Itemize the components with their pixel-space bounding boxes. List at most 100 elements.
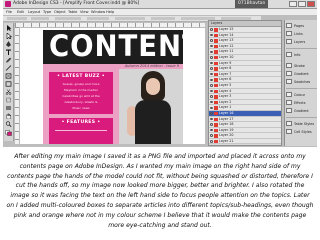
close-button[interactable]: [307, 1, 315, 7]
minimize-button[interactable]: [289, 1, 297, 7]
magazine-page[interactable]: CONTENTS Autumn 2014 edition - Issue 9 •…: [43, 30, 183, 144]
layer-name: Layer 4: [219, 88, 232, 93]
visibility-eye-icon[interactable]: [210, 50, 213, 54]
layer-color-swatch: [214, 83, 218, 88]
panel-dock: Pages Links Layers Info Stroke Gradient …: [284, 20, 317, 146]
menu-object[interactable]: Object: [54, 9, 66, 15]
control-field[interactable]: [151, 17, 175, 20]
menu-file[interactable]: File: [6, 9, 12, 15]
latest-line: Music news: [72, 106, 90, 110]
pen-tool-icon[interactable]: [5, 41, 12, 47]
layer-color-swatch: [214, 89, 218, 94]
info-icon: [286, 52, 292, 57]
visibility-eye-icon[interactable]: [210, 78, 213, 82]
direct-selection-tool-icon[interactable]: [5, 33, 12, 39]
layer-name: Layer 14: [219, 32, 234, 37]
zoom-tool-icon[interactable]: [5, 121, 12, 127]
hand-tool-icon[interactable]: [5, 113, 12, 119]
panel-label: Effects: [294, 101, 306, 105]
panel-effects[interactable]: Effects: [286, 99, 317, 107]
visibility-eye-icon[interactable]: [210, 28, 213, 31]
layer-name: Layer 6: [219, 77, 232, 82]
fill-stroke-swatch-icon[interactable]: [5, 130, 12, 136]
panel-swatches[interactable]: Swatches: [286, 78, 317, 86]
layer-row[interactable]: Layer 21: [209, 138, 281, 145]
visibility-eye-icon[interactable]: [210, 128, 213, 132]
control-field[interactable]: [55, 17, 81, 20]
visibility-eye-icon[interactable]: [210, 100, 213, 104]
visibility-eye-icon[interactable]: [210, 56, 213, 59]
document-canvas[interactable]: CONTENTS Autumn 2014 edition - Issue 9 •…: [15, 23, 205, 144]
pencil-tool-icon[interactable]: [5, 57, 12, 63]
panel-table-styles[interactable]: Table Styles: [286, 120, 317, 128]
panel-links[interactable]: Links: [286, 30, 317, 38]
visibility-eye-icon[interactable]: [210, 106, 213, 109]
maximize-button[interactable]: [298, 1, 306, 7]
visibility-eye-icon[interactable]: [210, 89, 213, 93]
pages-icon: [286, 23, 292, 28]
visibility-eye-icon[interactable]: [210, 39, 213, 42]
visibility-eye-icon[interactable]: [210, 117, 213, 121]
panel-stroke[interactable]: Stroke: [286, 62, 317, 70]
visibility-eye-icon[interactable]: [210, 140, 213, 143]
visibility-eye-icon[interactable]: [210, 33, 213, 37]
layer-color-swatch: [214, 39, 218, 43]
menu-window[interactable]: Window: [91, 9, 105, 15]
layer-color-swatch: [214, 95, 218, 99]
layer-color-swatch: [214, 78, 218, 82]
rectangle-frame-tool-icon[interactable]: [5, 73, 12, 79]
model-photo[interactable]: [119, 69, 183, 144]
panel-gradient-2[interactable]: Gradient: [286, 107, 317, 115]
control-field[interactable]: [31, 17, 49, 20]
layer-color-swatch: [214, 123, 218, 127]
panel-label: Pages: [294, 24, 304, 28]
visibility-eye-icon[interactable]: [210, 123, 213, 126]
menu-edit[interactable]: Edit: [17, 9, 24, 15]
menu-view[interactable]: View: [80, 9, 89, 15]
features-heading: • FEATURES •: [61, 120, 101, 125]
gradient-tool-icon[interactable]: [5, 105, 12, 111]
visibility-eye-icon[interactable]: [210, 67, 213, 70]
layer-name: Layer 2: [219, 99, 232, 104]
selection-tool-icon[interactable]: [5, 25, 12, 31]
visibility-eye-icon[interactable]: [210, 61, 213, 65]
indesign-screenshot: Adobe InDesign CS3 - [Amplify Front Cove…: [3, 0, 317, 147]
features-box[interactable]: • FEATURES •: [49, 118, 113, 144]
panel-cell-styles[interactable]: Cell Styles: [286, 128, 317, 136]
rectangle-tool-icon[interactable]: [5, 81, 12, 87]
panel-info[interactable]: Info: [286, 51, 317, 59]
panel-divider: [286, 48, 317, 49]
right-panels: Layers Layer 15 Layer 14 Layer 13 Layer 12 L…: [208, 16, 317, 147]
panel-label: Layers: [294, 40, 306, 44]
menu-layout[interactable]: Layout: [28, 9, 40, 15]
layer-name: Layer 5: [219, 82, 232, 87]
menu-type[interactable]: Type: [43, 9, 51, 15]
panel-divider: [286, 117, 317, 118]
layers-panel: Layers Layer 15 Layer 14 Layer 13 Layer 12 L…: [208, 20, 282, 146]
type-tool-icon[interactable]: [5, 49, 12, 55]
free-transform-tool-icon[interactable]: [5, 97, 12, 103]
panel-colour[interactable]: Colour: [286, 91, 317, 99]
visibility-eye-icon[interactable]: [210, 84, 213, 87]
title-bar: Adobe InDesign CS3 - [Amplify Front Cove…: [3, 0, 317, 9]
visibility-eye-icon[interactable]: [210, 95, 213, 98]
line-tool-icon[interactable]: [5, 65, 12, 71]
latest-buzz-box[interactable]: • LATEST BUZZ • Gossip, gossip and more …: [49, 72, 113, 114]
control-field[interactable]: [7, 17, 27, 20]
layer-name: Layer 3: [219, 94, 232, 99]
layer-name: Layer 21: [219, 138, 234, 143]
control-field[interactable]: [115, 17, 145, 20]
control-field[interactable]: [87, 17, 109, 20]
panel-layers[interactable]: Layers: [286, 38, 317, 46]
visibility-eye-icon[interactable]: [210, 44, 213, 48]
scissors-tool-icon[interactable]: [5, 89, 12, 95]
panel-pages[interactable]: Pages: [286, 22, 317, 30]
panel-gradient[interactable]: Gradient: [286, 70, 317, 78]
menu-table[interactable]: Table: [68, 9, 77, 15]
visibility-eye-icon[interactable]: [210, 72, 213, 76]
layer-color-swatch: [214, 50, 218, 54]
photo-top: [135, 100, 171, 144]
visibility-eye-icon[interactable]: [210, 134, 213, 137]
menu-help[interactable]: Help: [106, 9, 114, 15]
visibility-eye-icon[interactable]: [210, 112, 213, 115]
